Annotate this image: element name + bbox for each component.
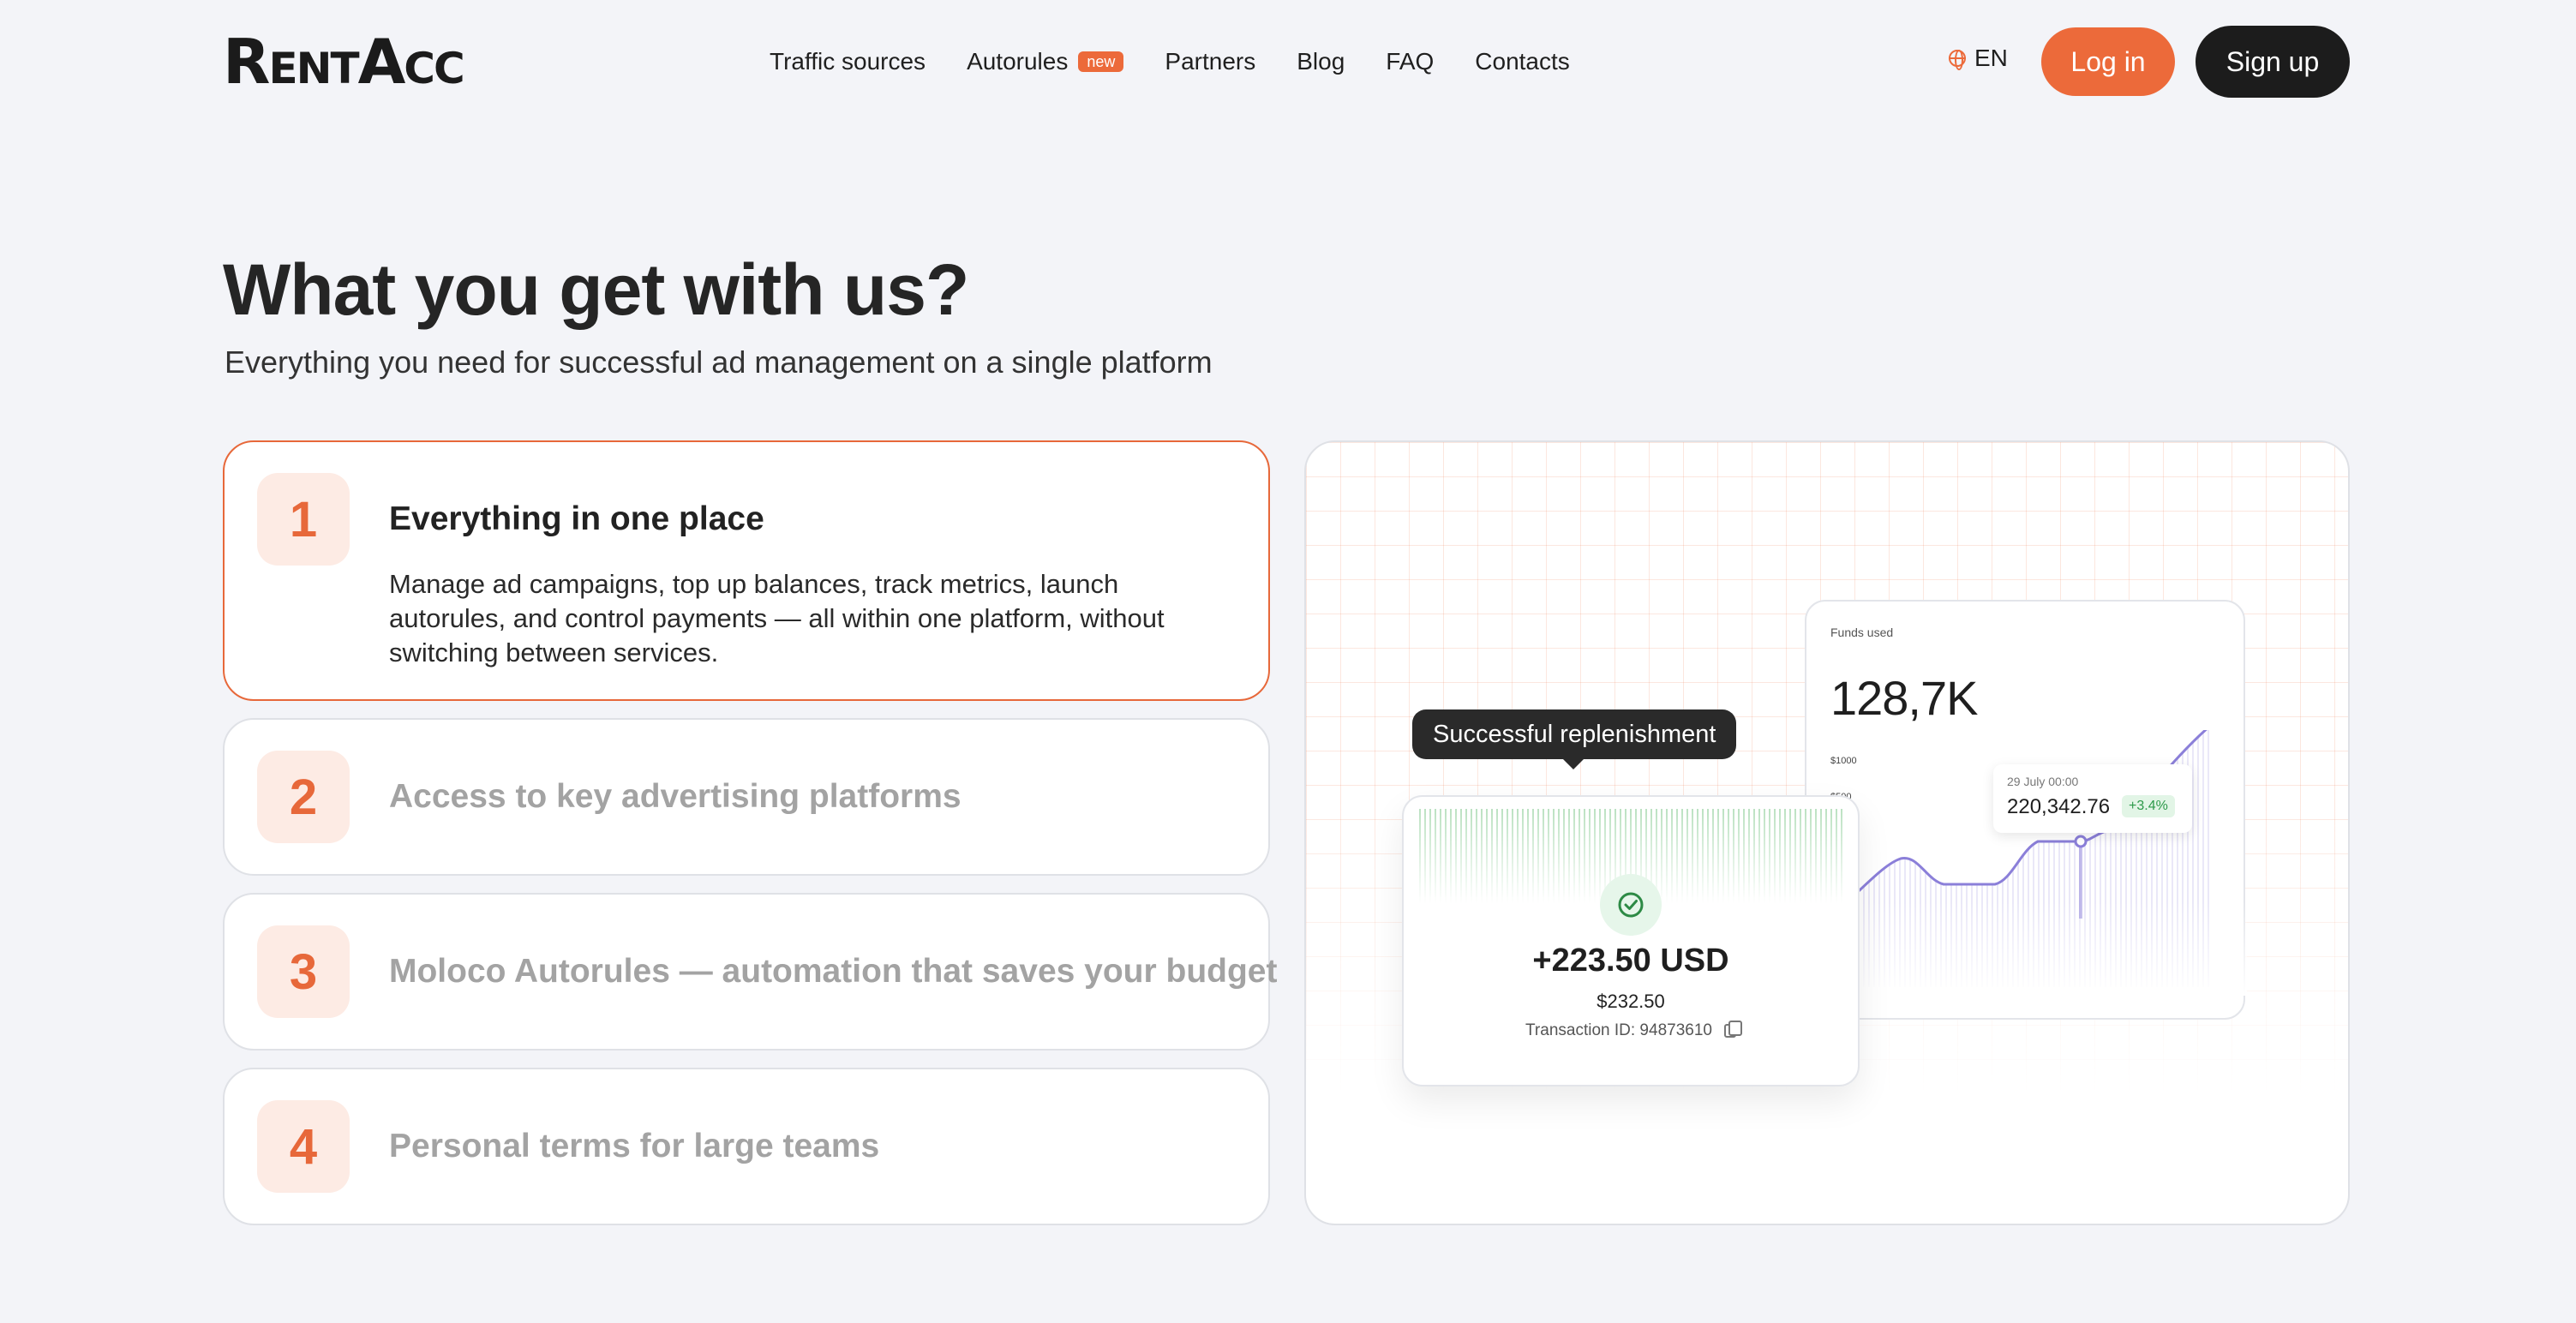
tooltip-date: 29 July 00:00 — [2007, 775, 2079, 788]
feature-number: 3 — [257, 925, 350, 1018]
check-circle-icon — [1600, 874, 1662, 936]
nav-label: Autorules — [967, 48, 1069, 75]
login-button[interactable]: Log in — [2041, 27, 2175, 96]
nav-contacts[interactable]: Contacts — [1475, 48, 1570, 75]
globe-icon — [1949, 50, 1966, 70]
copy-icon[interactable] — [1723, 1020, 1742, 1038]
funds-label: Funds used — [1830, 626, 1894, 639]
logo-text: CC — [404, 44, 464, 93]
logo[interactable]: RENTACC — [223, 31, 465, 96]
transaction-amount: +223.50 USD — [1532, 943, 1729, 979]
nav-faq[interactable]: FAQ — [1386, 48, 1434, 75]
feature-card-3[interactable]: 3 Moloco Autorules — automation that sav… — [223, 893, 1277, 1051]
nav-label: Traffic sources — [770, 48, 926, 75]
language-label: EN — [1974, 45, 2008, 71]
nav-label: Partners — [1165, 48, 1256, 75]
nav-partners[interactable]: Partners — [1165, 48, 1255, 75]
toast-text: Successful replenishment — [1433, 720, 1716, 748]
nav-autorules[interactable]: Autorules new — [967, 48, 1124, 75]
success-toast: Successful replenishment — [1412, 709, 1737, 769]
logo-text: ENT — [268, 44, 359, 93]
signup-button[interactable]: Sign up — [2196, 26, 2350, 98]
feature-card-2[interactable]: 2 Access to key advertising platforms — [223, 718, 1270, 876]
feature-description: Manage ad campaigns, top up balances, tr… — [389, 569, 1165, 667]
nav-traffic-sources[interactable]: Traffic sources — [770, 48, 926, 75]
nav-label: Blog — [1297, 48, 1345, 75]
new-badge: new — [1078, 51, 1124, 72]
page-title: What you get with us? — [223, 249, 969, 330]
feature-title: Everything in one place — [389, 500, 764, 537]
transaction-id: Transaction ID: 94873610 — [1404, 1020, 1858, 1040]
page-subtitle: Everything you need for successful ad ma… — [225, 344, 1213, 380]
transaction-id-text: Transaction ID: 94873610 — [1525, 1021, 1712, 1039]
transaction-secondary: $232.50 — [1597, 991, 1665, 1012]
feature-card-4[interactable]: 4 Personal terms for large teams — [223, 1068, 1270, 1225]
nav-blog[interactable]: Blog — [1297, 48, 1345, 75]
feature-card-1[interactable]: 1 Everything in one place Manage ad camp… — [223, 440, 1270, 701]
transaction-card: +223.50 USD $232.50 Transaction ID: 9487… — [1402, 795, 1860, 1087]
feature-number: 2 — [257, 751, 350, 843]
feature-title: Personal terms for large teams — [389, 1128, 880, 1164]
logo-letter: A — [357, 26, 406, 98]
tooltip-value: 220,342.76 — [2007, 795, 2111, 818]
logo-letter: R — [223, 26, 270, 98]
funds-value: 128,7K — [1830, 671, 1978, 725]
feature-illustration: Funds used 128,7K $1000 $500 29 July 00:… — [1304, 440, 2350, 1225]
main-nav: Traffic sources Autorules new Partners B… — [770, 41, 1611, 82]
tooltip-change: +3.4% — [2122, 795, 2175, 817]
feature-number: 4 — [257, 1100, 350, 1193]
feature-title: Access to key advertising platforms — [389, 778, 962, 815]
chart-tooltip: 29 July 00:00 220,342.76 +3.4% — [1993, 764, 2192, 833]
feature-number: 1 — [257, 473, 350, 566]
site-header: RENTACC Traffic sources Autorules new Pa… — [0, 0, 2576, 123]
funds-used-card: Funds used 128,7K $1000 $500 29 July 00:… — [1805, 600, 2247, 1020]
nav-label: FAQ — [1386, 48, 1435, 75]
language-selector[interactable]: EN — [1949, 45, 2008, 72]
nav-label: Contacts — [1475, 48, 1570, 75]
feature-title: Moloco Autorules — automation that saves… — [389, 953, 1278, 990]
